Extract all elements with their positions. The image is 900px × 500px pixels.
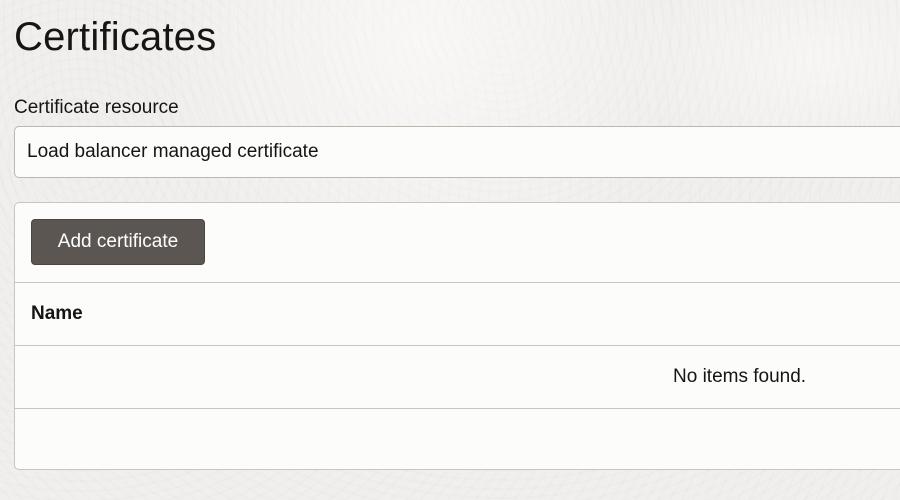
certificate-resource-value: Load balancer managed certificate: [27, 141, 319, 162]
table-footer: [15, 409, 900, 469]
certificate-resource-select[interactable]: Load balancer managed certificate: [14, 126, 900, 178]
certificates-table-panel: Add certificate Name No items found.: [14, 202, 900, 470]
table-empty-row: No items found.: [15, 346, 900, 409]
table-header-row: Name: [15, 283, 900, 346]
page-title: Certificates: [14, 15, 217, 59]
empty-message: No items found.: [673, 366, 807, 387]
certificate-resource-label: Certificate resource: [14, 97, 179, 118]
column-header-name[interactable]: Name: [31, 303, 83, 325]
add-certificate-button[interactable]: Add certificate: [31, 219, 205, 265]
table-toolbar: Add certificate: [15, 203, 900, 283]
